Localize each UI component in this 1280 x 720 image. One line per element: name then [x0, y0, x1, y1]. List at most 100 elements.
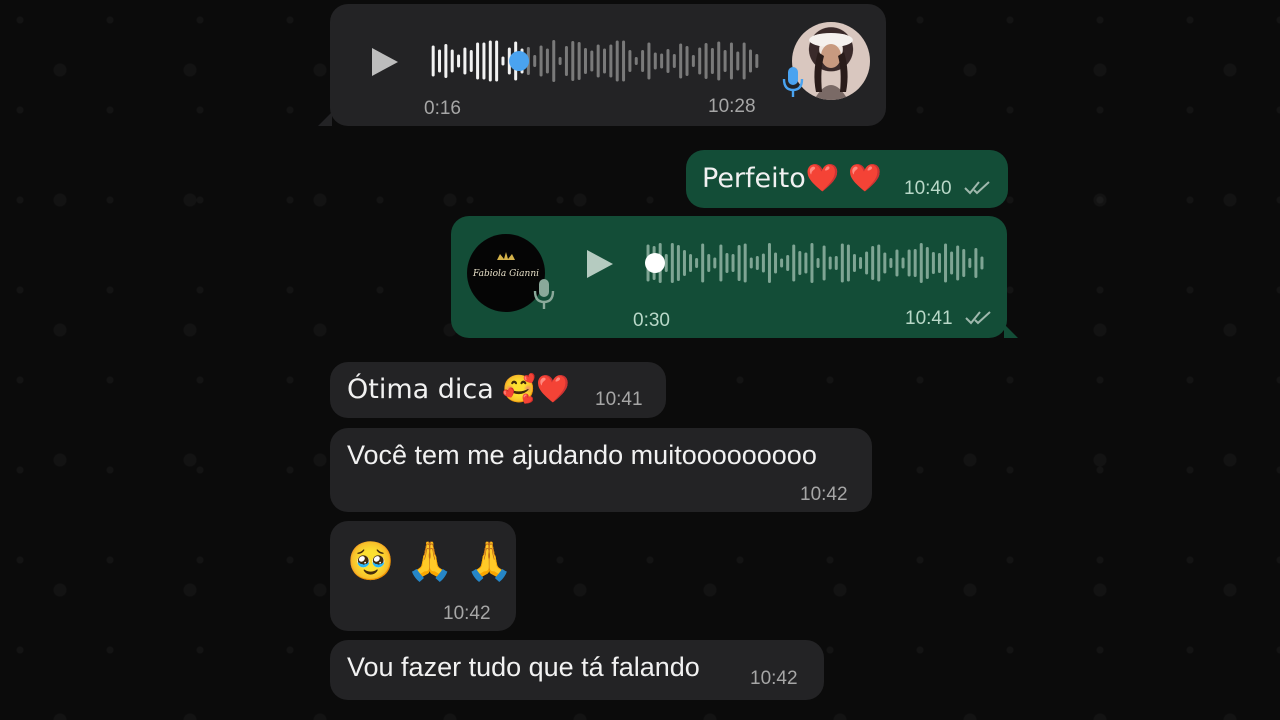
waveform-bar	[736, 51, 740, 71]
waveform-bar	[622, 40, 626, 82]
waveform-bar	[463, 47, 467, 75]
waveform-bar	[450, 49, 454, 73]
waveform-bar	[482, 42, 486, 80]
waveform-bar	[748, 49, 752, 73]
waveform-bar	[564, 46, 568, 76]
waveform-bar	[840, 243, 844, 283]
waveform-bar	[846, 244, 850, 282]
message-text: Vou fazer tudo que tá falando	[347, 652, 700, 682]
waveform-bar	[571, 41, 575, 81]
waveform-bar	[956, 245, 960, 281]
waveform-bar	[558, 57, 562, 65]
waveform-bar	[660, 53, 664, 69]
waveform-bar	[717, 41, 721, 81]
waveform-bar	[731, 254, 735, 272]
outgoing-text-message[interactable]: Perfeito❤️ ❤️ 10:40	[686, 150, 1008, 208]
waveform-bar	[552, 40, 556, 82]
waveform-bar	[615, 40, 619, 82]
waveform-bar	[913, 249, 917, 277]
outgoing-voice-message[interactable]: Fabiola Gianni 0:30 10:41	[451, 216, 1007, 338]
waveform-bar	[901, 257, 905, 269]
waveform-bar	[944, 243, 948, 283]
avatar-logo-text: Fabiola Gianni	[472, 269, 539, 279]
waveform-bar	[937, 253, 941, 273]
playback-position-handle[interactable]	[509, 51, 530, 71]
waveform-bar	[755, 54, 759, 68]
waveform-bar	[664, 254, 668, 272]
waveform-bar	[871, 246, 875, 280]
voice-waveform[interactable]	[430, 36, 760, 86]
message-time: 10:42	[750, 668, 798, 689]
waveform-bar	[719, 244, 723, 282]
waveform-bar	[444, 44, 448, 78]
waveform-bar	[583, 48, 587, 74]
waveform-bar	[822, 245, 826, 281]
voice-duration: 0:16	[424, 98, 461, 119]
incoming-text-message[interactable]: Vou fazer tudo que tá falando 10:42	[330, 640, 824, 700]
message-text: Perfeito❤️ ❤️	[702, 163, 882, 194]
waveform-bar	[919, 243, 923, 283]
waveform-bar	[653, 52, 657, 70]
waveform-bar	[488, 40, 492, 82]
waveform-bar	[786, 255, 790, 271]
waveform-bar	[980, 256, 984, 270]
waveform-bar	[698, 47, 702, 75]
waveform-bar	[457, 54, 461, 68]
waveform-bar	[729, 42, 733, 80]
waveform-bar	[676, 245, 680, 281]
waveform-bar	[852, 254, 856, 272]
message-time: 10:41	[905, 308, 953, 329]
waveform-bar	[689, 254, 693, 272]
waveform-bar	[828, 256, 832, 270]
waveform-bar	[816, 258, 820, 268]
message-time: 10:28	[708, 96, 756, 117]
waveform-bar	[704, 43, 708, 79]
incoming-voice-message[interactable]: 0:16 10:28	[330, 4, 886, 126]
waveform-bar	[545, 48, 549, 74]
waveform-bar	[792, 244, 796, 282]
waveform-bar	[438, 49, 442, 73]
waveform-bar	[469, 50, 473, 72]
waveform-bar	[895, 249, 899, 277]
play-icon[interactable]	[370, 46, 400, 78]
waveform-bar	[865, 251, 869, 275]
waveform-bar	[603, 48, 607, 74]
waveform-bar	[695, 258, 699, 268]
waveform-bar	[533, 55, 537, 67]
waveform-bar	[431, 45, 435, 77]
incoming-text-message[interactable]: 🥹 🙏 🙏 10:42	[330, 521, 516, 631]
waveform-bar	[501, 56, 505, 66]
waveform-bar	[682, 250, 686, 276]
waveform-bar	[713, 257, 717, 269]
waveform-bar	[974, 248, 978, 278]
waveform-bar	[495, 40, 499, 82]
waveform-bar	[641, 50, 645, 72]
waveform-bar	[907, 249, 911, 277]
waveform-bar	[707, 254, 711, 272]
waveform-bar	[798, 251, 802, 275]
waveform-bar	[691, 55, 695, 67]
waveform-bar	[647, 42, 651, 80]
waveform-bar	[767, 243, 771, 283]
waveform-bar	[889, 258, 893, 268]
waveform-bar	[679, 43, 683, 79]
waveform-bar	[476, 42, 480, 80]
incoming-text-message[interactable]: Você tem me ajudando muitooooooooo 10:42	[330, 428, 872, 512]
waveform-bar	[672, 54, 676, 68]
waveform-bar	[925, 247, 929, 279]
waveform-bar	[761, 253, 765, 273]
incoming-text-message[interactable]: Ótima dica 🥰❤️ 10:41	[330, 362, 666, 418]
message-text: Você tem me ajudando muitooooooooo	[347, 440, 817, 470]
voice-duration: 0:30	[633, 310, 670, 331]
message-time: 10:42	[800, 484, 848, 505]
voice-waveform[interactable]	[645, 238, 985, 288]
waveform-bar	[596, 44, 600, 78]
playback-position-handle[interactable]	[645, 253, 665, 273]
play-icon[interactable]	[585, 248, 615, 280]
waveform-bar	[780, 258, 784, 268]
message-time: 10:41	[595, 389, 643, 410]
waveform-bar	[804, 252, 808, 274]
waveform-bar	[685, 46, 689, 76]
waveform-bar	[743, 243, 747, 283]
waveform-bar	[666, 49, 670, 73]
